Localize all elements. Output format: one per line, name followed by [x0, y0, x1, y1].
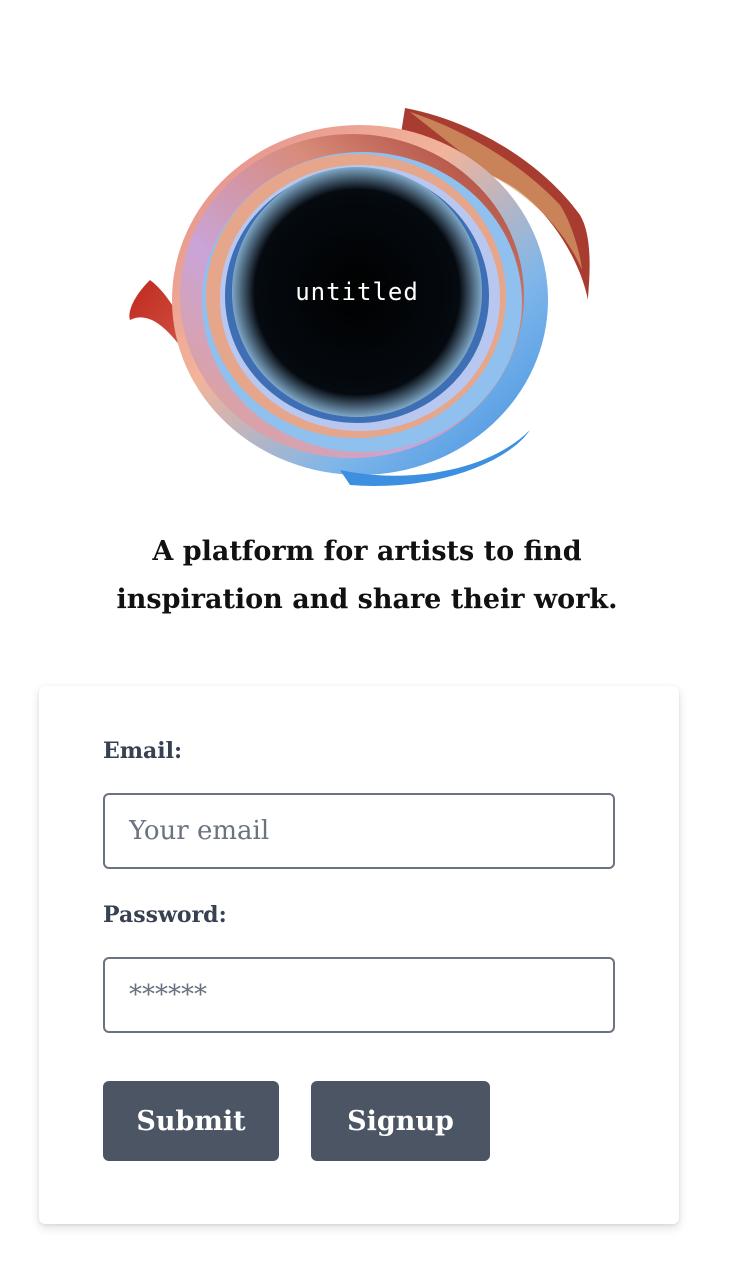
tagline-line-1: A platform for artists to find [152, 536, 582, 567]
logo-text: untitled [295, 278, 419, 306]
password-input[interactable] [103, 957, 615, 1033]
untitled-logo: untitled [110, 100, 610, 500]
tagline-line-2: inspiration and share their work. [116, 584, 618, 615]
tagline: A platform for artists to find inspirati… [40, 528, 694, 624]
submit-button[interactable]: Submit [103, 1081, 279, 1161]
login-page: untitled A platform for artists to find … [0, 0, 734, 1274]
signup-button[interactable]: Signup [311, 1081, 490, 1161]
email-input[interactable] [103, 793, 615, 869]
password-label: Password: [103, 902, 227, 928]
login-form-card: Email: Password: Submit Signup [39, 686, 679, 1224]
email-label: Email: [103, 738, 183, 764]
